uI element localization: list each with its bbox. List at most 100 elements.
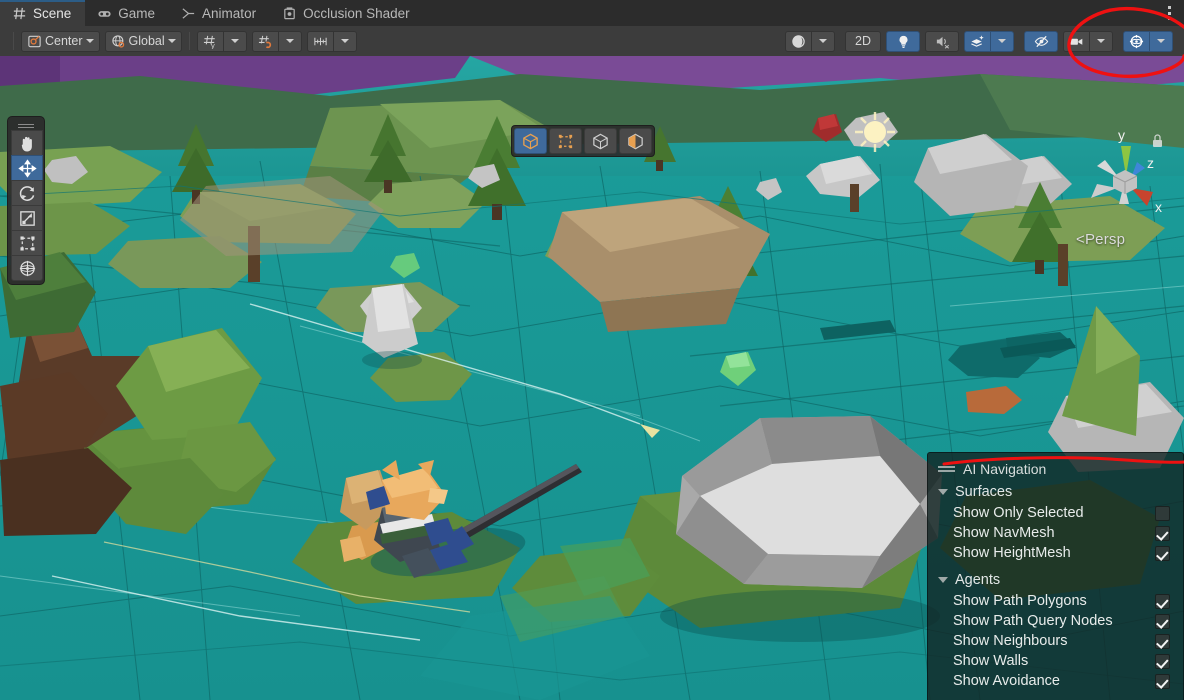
shading-mode-dropdown[interactable] [811,30,835,52]
row-label: Show Only Selected [953,505,1084,521]
scene-fx-dropdown[interactable] [990,30,1014,52]
chevron-down-icon [167,39,176,43]
eye-slash-icon [1034,35,1048,47]
gizmo-lock-icon [1153,134,1162,147]
tab-animator[interactable]: Animator [169,0,270,26]
hand-tool[interactable] [11,130,43,156]
section-surfaces-label: Surfaces [955,484,1013,500]
shading-mode-button[interactable] [785,30,812,52]
grid-axis-button[interactable]: y [196,30,224,52]
checkbox-show-path-query-nodes[interactable] [1155,613,1170,629]
svg-text:y: y [211,41,215,49]
chevron-down-icon [230,39,239,43]
gizmos-toggle[interactable] [1123,30,1150,52]
gizmo-axis-z-label: z [1147,155,1154,171]
camera-icon [1070,38,1083,45]
rotate-tool[interactable] [11,180,43,206]
row-show-walls[interactable]: Show Walls [928,651,1183,671]
gamepad-icon [98,10,111,17]
move-tool[interactable] [11,155,43,181]
checkbox-show-only-selected[interactable] [1155,505,1170,521]
chevron-down-icon [938,489,948,495]
increment-snap-button[interactable] [306,30,334,52]
view-2d-toggle[interactable]: 2D [845,30,881,52]
chevron-down-icon [285,39,294,43]
tab-occlusion-shader[interactable]: Occlusion Shader [270,0,424,26]
ai-navigation-header[interactable]: AI Navigation [928,459,1183,481]
row-show-avoidance[interactable]: Show Avoidance [928,671,1183,691]
tab-occlusion-label: Occlusion Shader [303,5,410,21]
scale-icon [19,210,35,226]
gizmo-axis-x-label: x [1155,199,1162,215]
chevron-down-icon [1157,39,1165,43]
effects-icon [971,34,984,47]
row-label: Show HeightMesh [953,545,1071,561]
scene-audio-toggle[interactable] [925,30,959,52]
row-show-heightmesh[interactable]: Show HeightMesh [928,543,1183,563]
magnet-snap-dropdown[interactable] [277,30,302,52]
chevron-down-icon [998,39,1006,43]
magnet-snap-group [251,30,302,52]
object-tool[interactable] [514,128,547,154]
checkbox-show-heightmesh[interactable] [1155,545,1170,561]
gizmos-dropdown[interactable] [1149,30,1173,52]
cube-edge-icon [593,133,608,149]
tab-animator-label: Animator [202,5,257,21]
scene-viewport[interactable]: y z x <Persp AI Navigation Surfaces Show… [0,56,1184,700]
cube-face-icon [628,133,643,149]
ai-navigation-title: AI Navigation [963,461,1047,477]
globe-icon [111,34,124,48]
scene-view-gizmo[interactable]: y z x [1073,118,1177,248]
increment-snap-dropdown[interactable] [332,30,357,52]
row-show-only-selected[interactable]: Show Only Selected [928,503,1183,523]
scene-camera-dropdown[interactable] [1089,30,1113,52]
edge-tool[interactable] [584,128,617,154]
ai-navigation-overlay: AI Navigation Surfaces Show Only Selecte… [927,452,1184,700]
handle-space-label: Global [128,34,165,48]
row-show-navmesh[interactable]: Show NavMesh [928,523,1183,543]
animator-icon [182,7,195,19]
audio-muted-icon [936,36,949,49]
hidden-objects-toggle[interactable] [1024,30,1058,52]
section-agents[interactable]: Agents [928,569,1183,591]
rect-tool[interactable] [11,230,43,256]
gizmos-globe-icon [1129,34,1144,48]
drag-handle-icon[interactable] [938,466,955,472]
scene-lighting-toggle[interactable] [886,30,920,52]
tab-game[interactable]: Game [85,0,169,26]
grid-icon [13,7,26,19]
checkbox-show-navmesh[interactable] [1155,525,1170,541]
row-label: Show Neighbours [953,633,1068,649]
vertex-tool[interactable] [549,128,582,154]
handle-space-dropdown[interactable]: Global [104,30,182,52]
magnet-snap-button[interactable] [251,30,279,52]
projection-label-text: Persp [1084,231,1126,248]
grid-magnet-icon [258,35,271,48]
gizmos-group [1123,30,1173,52]
tab-scene[interactable]: Scene [0,0,86,26]
scene-camera-toggle[interactable] [1063,30,1090,52]
section-agents-label: Agents [955,572,1001,588]
grid-axis-dropdown[interactable] [222,30,247,52]
checkbox-show-neighbours[interactable] [1155,633,1170,649]
face-tool[interactable] [619,128,652,154]
checkbox-show-path-polygons[interactable] [1155,593,1170,609]
row-show-path-polygons[interactable]: Show Path Polygons [928,591,1183,611]
pivot-center-icon [28,35,41,47]
tab-bar-spacer [424,0,1156,26]
row-label: Show NavMesh [953,525,1055,541]
scale-tool[interactable] [11,205,43,231]
checkbox-show-avoidance[interactable] [1155,673,1170,689]
gizmo-projection-label[interactable]: <Persp [1076,231,1125,248]
row-show-neighbours[interactable]: Show Neighbours [928,631,1183,651]
row-show-path-query-nodes[interactable]: Show Path Query Nodes [928,611,1183,631]
increment-snap-icon [314,37,327,45]
transform-tool[interactable] [11,255,43,281]
checkbox-show-walls[interactable] [1155,653,1170,669]
scene-toolbar: Center Global y 2D [0,26,1184,56]
kebab-menu-icon[interactable] [1156,0,1182,26]
pivot-mode-dropdown[interactable]: Center [21,30,100,52]
scene-fx-toggle[interactable] [964,30,991,52]
window-tab-bar: Scene Game Animator Occlusion Shader [0,0,1184,26]
section-surfaces[interactable]: Surfaces [928,481,1183,503]
